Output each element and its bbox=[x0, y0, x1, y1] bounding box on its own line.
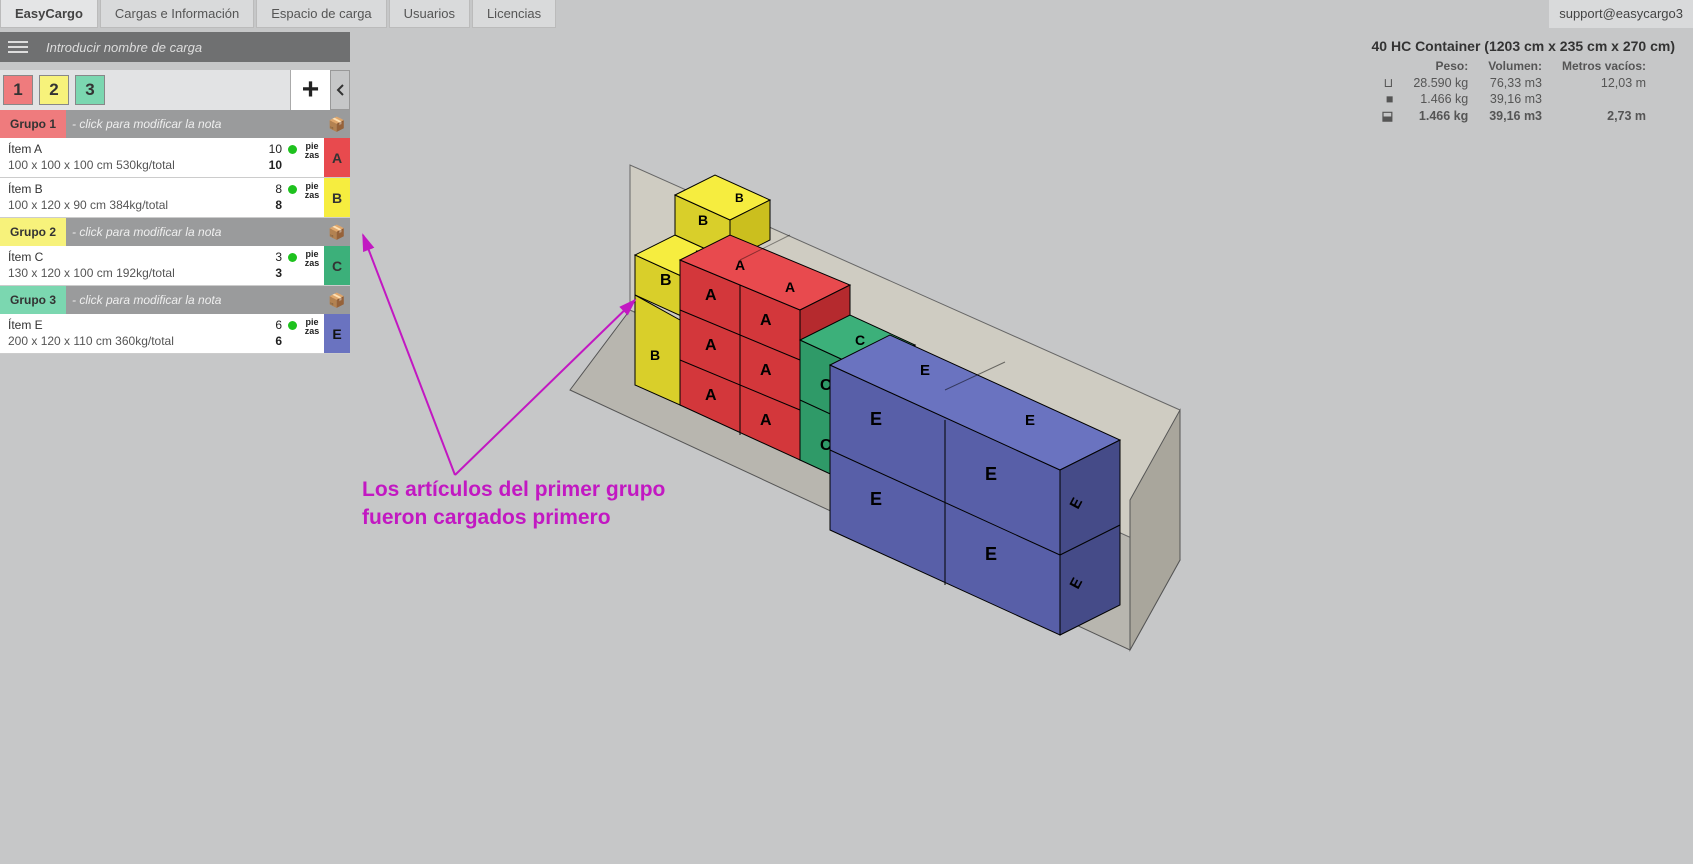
group-header-g1[interactable]: Grupo 1- click para modificar la nota📦 bbox=[0, 110, 350, 138]
item-name: Ítem B bbox=[8, 182, 248, 198]
group-label: Grupo 1 bbox=[0, 110, 66, 138]
svg-text:A: A bbox=[705, 337, 717, 354]
svg-text:A: A bbox=[735, 257, 745, 273]
item-color-badge[interactable]: B bbox=[324, 178, 350, 217]
item-status bbox=[284, 246, 300, 285]
svg-text:B: B bbox=[698, 212, 708, 228]
svg-text:B: B bbox=[650, 347, 660, 363]
logo[interactable]: EasyCargo bbox=[0, 0, 98, 28]
item-name: Ítem A bbox=[8, 142, 248, 158]
item-main: Ítem E200 x 120 x 110 cm 360kg/total bbox=[0, 314, 256, 353]
svg-text:E: E bbox=[985, 544, 997, 564]
status-dot-icon bbox=[288, 321, 297, 330]
item-dims: 130 x 120 x 100 cm 192kg/total bbox=[8, 266, 248, 282]
item-name: Ítem C bbox=[8, 250, 248, 266]
item-qty: 66 bbox=[256, 314, 284, 353]
group-note[interactable]: - click para modificar la nota bbox=[66, 117, 324, 131]
item-status bbox=[284, 314, 300, 353]
tabs-row: 1 2 3 + bbox=[0, 70, 350, 110]
item-row[interactable]: Ítem C130 x 120 x 100 cm 192kg/total33pi… bbox=[0, 246, 350, 286]
tab-1[interactable]: 1 bbox=[3, 75, 33, 105]
load-name-input[interactable]: Introducir nombre de carga bbox=[36, 40, 350, 55]
svg-text:A: A bbox=[760, 362, 772, 379]
group-label: Grupo 2 bbox=[0, 218, 66, 246]
item-qty: 1010 bbox=[256, 138, 284, 177]
svg-text:A: A bbox=[760, 412, 772, 429]
nav-usuarios[interactable]: Usuarios bbox=[389, 0, 470, 28]
load-name-row: Introducir nombre de carga bbox=[0, 32, 350, 62]
left-panel: Introducir nombre de carga 1 2 3 + Grupo… bbox=[0, 32, 350, 354]
chevron-left-icon bbox=[336, 84, 344, 96]
item-unit: piezas bbox=[300, 178, 324, 217]
group-note[interactable]: - click para modificar la nota bbox=[66, 225, 324, 239]
top-nav: EasyCargo Cargas e Información Espacio d… bbox=[0, 0, 1693, 28]
svg-text:B: B bbox=[660, 272, 672, 289]
annotation-text: Los artículos del primer grupo fueron ca… bbox=[362, 476, 665, 533]
svg-text:A: A bbox=[705, 287, 717, 304]
item-row[interactable]: Ítem E200 x 120 x 110 cm 360kg/total66pi… bbox=[0, 314, 350, 354]
tab-3[interactable]: 3 bbox=[75, 75, 105, 105]
box-icon[interactable]: 📦 bbox=[324, 224, 350, 241]
item-name: Ítem E bbox=[8, 318, 248, 334]
box-icon[interactable]: 📦 bbox=[324, 292, 350, 309]
svg-text:B: B bbox=[735, 191, 744, 205]
item-qty: 33 bbox=[256, 246, 284, 285]
svg-text:E: E bbox=[920, 362, 930, 379]
item-main: Ítem C130 x 120 x 100 cm 192kg/total bbox=[0, 246, 256, 285]
support-link[interactable]: support@easycargo3 bbox=[1549, 0, 1693, 28]
svg-text:E: E bbox=[1025, 412, 1035, 429]
nav-cargas[interactable]: Cargas e Información bbox=[100, 0, 254, 28]
group-note[interactable]: - click para modificar la nota bbox=[66, 293, 324, 307]
header-metros: Metros vacíos: bbox=[1552, 58, 1656, 74]
svg-text:A: A bbox=[760, 312, 772, 329]
nav-espacio[interactable]: Espacio de carga bbox=[256, 0, 386, 28]
item-status bbox=[284, 178, 300, 217]
tab-2[interactable]: 2 bbox=[39, 75, 69, 105]
svg-text:E: E bbox=[870, 489, 882, 509]
group-header-g3[interactable]: Grupo 3- click para modificar la nota📦 bbox=[0, 286, 350, 314]
item-row[interactable]: Ítem A100 x 100 x 100 cm 530kg/total1010… bbox=[0, 138, 350, 178]
status-dot-icon bbox=[288, 253, 297, 262]
container-title: 40 HC Container (1203 cm x 235 cm x 270 … bbox=[1372, 38, 1676, 54]
item-unit: piezas bbox=[300, 138, 324, 177]
item-dims: 200 x 120 x 110 cm 360kg/total bbox=[8, 334, 248, 350]
nav-licencias[interactable]: Licencias bbox=[472, 0, 556, 28]
svg-text:A: A bbox=[785, 279, 795, 295]
item-color-badge[interactable]: A bbox=[324, 138, 350, 177]
group-header-g2[interactable]: Grupo 2- click para modificar la nota📦 bbox=[0, 218, 350, 246]
item-color-badge[interactable]: E bbox=[324, 314, 350, 353]
item-row[interactable]: Ítem B100 x 120 x 90 cm 384kg/total88pie… bbox=[0, 178, 350, 218]
add-tab-button[interactable]: + bbox=[290, 70, 330, 110]
collapse-panel-button[interactable] bbox=[330, 70, 350, 110]
3d-viewport[interactable]: B B B B B A A A A A A A A bbox=[360, 70, 1560, 820]
item-main: Ítem A100 x 100 x 100 cm 530kg/total bbox=[0, 138, 256, 177]
svg-text:E: E bbox=[985, 464, 997, 484]
status-dot-icon bbox=[288, 145, 297, 154]
item-unit: piezas bbox=[300, 246, 324, 285]
item-status bbox=[284, 138, 300, 177]
box-icon[interactable]: 📦 bbox=[324, 116, 350, 133]
item-color-badge[interactable]: C bbox=[324, 246, 350, 285]
item-main: Ítem B100 x 120 x 90 cm 384kg/total bbox=[0, 178, 256, 217]
item-unit: piezas bbox=[300, 314, 324, 353]
item-dims: 100 x 100 x 100 cm 530kg/total bbox=[8, 158, 248, 174]
item-qty: 88 bbox=[256, 178, 284, 217]
group-label: Grupo 3 bbox=[0, 286, 66, 314]
menu-icon[interactable] bbox=[0, 32, 36, 62]
svg-text:E: E bbox=[870, 409, 882, 429]
svg-text:A: A bbox=[705, 387, 717, 404]
status-dot-icon bbox=[288, 185, 297, 194]
svg-text:C: C bbox=[855, 332, 865, 348]
item-dims: 100 x 120 x 90 cm 384kg/total bbox=[8, 198, 248, 214]
